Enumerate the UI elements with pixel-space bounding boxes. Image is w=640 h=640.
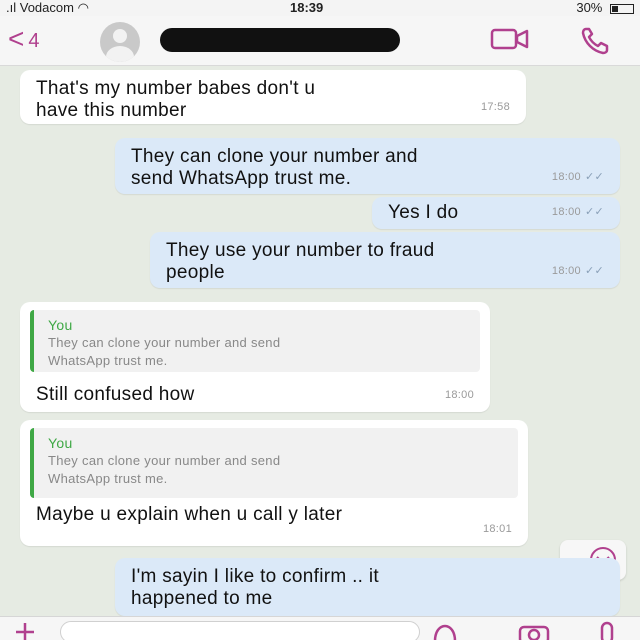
battery-icon [610, 3, 634, 14]
message-text: That's my number babes don't u have this… [36, 78, 316, 121]
message-text: They use your number to fraud people [166, 240, 435, 283]
battery-percent: 30% [576, 0, 603, 15]
message-incoming[interactable]: That's my number babes don't u have this… [20, 70, 526, 124]
message-time: 18:00 [444, 389, 474, 401]
clock: 18:39 [290, 0, 324, 15]
quote-author: You [48, 435, 73, 451]
message-incoming-reply[interactable]: You They can clone your number and send … [20, 302, 490, 412]
message-time: 18:00 ✓✓ [551, 206, 604, 218]
message-input-bar [0, 616, 640, 640]
message-outgoing[interactable]: They use your number to fraud people 18:… [150, 232, 620, 288]
phone-icon[interactable] [580, 26, 614, 61]
signal-icon: .ıl [6, 0, 17, 15]
quoted-message[interactable]: You They can clone your number and send … [30, 428, 518, 498]
quote-author: You [48, 317, 73, 333]
message-text: Still confused how [36, 384, 195, 405]
message-text: I'm sayin I like to confirm .. it happen… [131, 566, 379, 609]
message-time: 17:58 [480, 101, 510, 113]
contact-avatar[interactable] [100, 22, 140, 62]
plus-icon[interactable] [10, 621, 40, 640]
message-outgoing[interactable]: I'm sayin I like to confirm .. it happen… [115, 558, 620, 616]
quoted-message[interactable]: You They can clone your number and send … [30, 310, 480, 372]
wifi-icon: ◠ [77, 0, 89, 15]
chat-header: <4 [0, 16, 640, 66]
message-outgoing[interactable]: Yes I do 18:00 ✓✓ [372, 197, 620, 229]
message-time: 18:01 [482, 523, 512, 535]
battery-status: 30% [576, 0, 634, 15]
unread-count: 4 [28, 29, 40, 52]
camera-icon[interactable] [516, 621, 552, 640]
back-button[interactable]: <4 [8, 24, 39, 56]
contact-name-redacted[interactable] [160, 28, 400, 52]
quote-text: They can clone your number and send What… [48, 453, 281, 486]
message-time: 18:00 ✓✓ [551, 265, 604, 277]
message-text: Maybe u explain when u call y later [36, 504, 343, 525]
message-input[interactable] [60, 621, 420, 640]
read-ticks-icon: ✓✓ [584, 171, 604, 183]
sticker-icon[interactable] [430, 621, 460, 640]
quote-text: They can clone your number and send What… [48, 335, 281, 368]
message-text: They can clone your number and send What… [131, 146, 418, 189]
read-ticks-icon: ✓✓ [584, 206, 604, 218]
microphone-icon[interactable] [592, 621, 622, 640]
read-ticks-icon: ✓✓ [584, 265, 604, 277]
message-incoming-reply[interactable]: You They can clone your number and send … [20, 420, 528, 546]
video-call-icon[interactable] [490, 26, 530, 57]
back-chevron-icon: < [8, 23, 25, 54]
status-bar: .ıl Vodacom ◠ 18:39 30% [0, 0, 640, 16]
message-time: 18:00 ✓✓ [551, 171, 604, 183]
message-outgoing[interactable]: They can clone your number and send What… [115, 138, 620, 194]
carrier-name: Vodacom [19, 0, 74, 15]
signal-carrier: .ıl Vodacom ◠ [6, 0, 89, 16]
